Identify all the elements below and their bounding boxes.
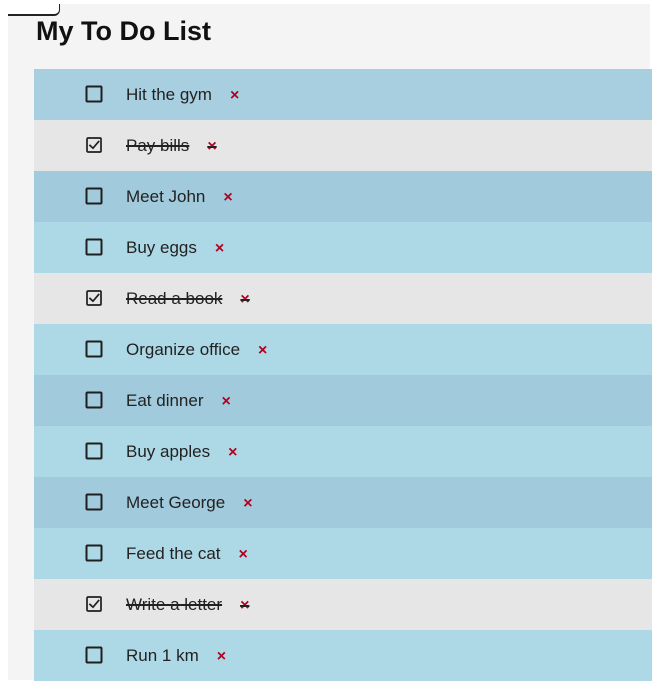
- delete-task-button[interactable]: ×: [239, 546, 248, 563]
- todo-label: Read a book: [126, 288, 223, 308]
- checkbox-empty-icon[interactable]: [85, 544, 103, 562]
- todo-text-wrap: Read a book ×: [126, 273, 250, 324]
- todo-item: Pay bills ×: [34, 120, 652, 171]
- checkbox-checked-icon[interactable]: [85, 136, 103, 154]
- checkbox-checked-icon[interactable]: [85, 289, 103, 307]
- delete-task-button[interactable]: ×: [207, 138, 216, 155]
- checkbox-empty-icon[interactable]: [85, 187, 103, 205]
- todo-item: Write a letter ×: [34, 579, 652, 630]
- todo-text-wrap: Meet John ×: [126, 171, 233, 222]
- todo-label: Organize office: [126, 339, 241, 359]
- delete-task-button[interactable]: ×: [230, 87, 239, 104]
- delete-task-button[interactable]: ×: [243, 495, 252, 512]
- delete-task-button[interactable]: ×: [240, 597, 249, 614]
- checkbox-checked-icon[interactable]: [85, 595, 103, 613]
- todo-text-wrap: Meet George ×: [126, 477, 253, 528]
- checkbox-empty-icon[interactable]: [85, 391, 103, 409]
- todo-item: Buy eggs ×: [34, 222, 652, 273]
- delete-task-button[interactable]: ×: [240, 291, 249, 308]
- checkbox-empty-icon[interactable]: [85, 442, 103, 460]
- delete-task-button[interactable]: ×: [258, 342, 267, 359]
- todo-text-wrap: Eat dinner ×: [126, 375, 231, 426]
- todo-text-wrap: Hit the gym ×: [126, 69, 239, 120]
- delete-task-button[interactable]: ×: [215, 240, 224, 257]
- todo-text-wrap: Feed the cat ×: [126, 528, 248, 579]
- todo-label: Run 1 km: [126, 645, 199, 665]
- todo-text-wrap: Buy eggs ×: [126, 222, 224, 273]
- todo-label: Hit the gym: [126, 84, 212, 104]
- checkbox-empty-icon[interactable]: [85, 646, 103, 664]
- todo-item: Run 1 km ×: [34, 630, 652, 681]
- todo-item: Feed the cat ×: [34, 528, 652, 579]
- checkbox-empty-icon[interactable]: [85, 238, 103, 256]
- todo-label: Buy eggs: [126, 237, 197, 257]
- todo-text-wrap: Buy apples ×: [126, 426, 237, 477]
- todo-text-wrap: Pay bills ×: [126, 120, 217, 171]
- todo-text-wrap: Run 1 km ×: [126, 630, 226, 681]
- todo-item: Eat dinner ×: [34, 375, 652, 426]
- todo-list: Hit the gym × Pay bills × Meet John × Bu…: [34, 69, 652, 681]
- todo-app: My To Do List Hit the gym × Pay bills × …: [8, 4, 652, 681]
- checkbox-empty-icon[interactable]: [85, 340, 103, 358]
- delete-task-button[interactable]: ×: [222, 393, 231, 410]
- todo-label: Meet George: [126, 492, 226, 512]
- delete-task-button[interactable]: ×: [217, 648, 226, 665]
- todo-label: Eat dinner: [126, 390, 204, 410]
- todo-label: Meet John: [126, 186, 206, 206]
- todo-label: Pay bills: [126, 135, 190, 155]
- checkbox-empty-icon[interactable]: [85, 85, 103, 103]
- todo-label: Write a letter: [126, 594, 223, 614]
- todo-item: Meet George ×: [34, 477, 652, 528]
- todo-item: Organize office ×: [34, 324, 652, 375]
- todo-label: Feed the cat: [126, 543, 221, 563]
- delete-task-button[interactable]: ×: [223, 189, 232, 206]
- todo-item: Read a book ×: [34, 273, 652, 324]
- todo-item: Hit the gym ×: [34, 69, 652, 120]
- todo-text-wrap: Organize office ×: [126, 324, 267, 375]
- todo-label: Buy apples: [126, 441, 211, 461]
- checkbox-empty-icon[interactable]: [85, 493, 103, 511]
- page-title: My To Do List: [36, 16, 211, 46]
- todo-item: Meet John ×: [34, 171, 652, 222]
- todo-item: Buy apples ×: [34, 426, 652, 477]
- delete-task-button[interactable]: ×: [228, 444, 237, 461]
- todo-text-wrap: Write a letter ×: [126, 579, 249, 630]
